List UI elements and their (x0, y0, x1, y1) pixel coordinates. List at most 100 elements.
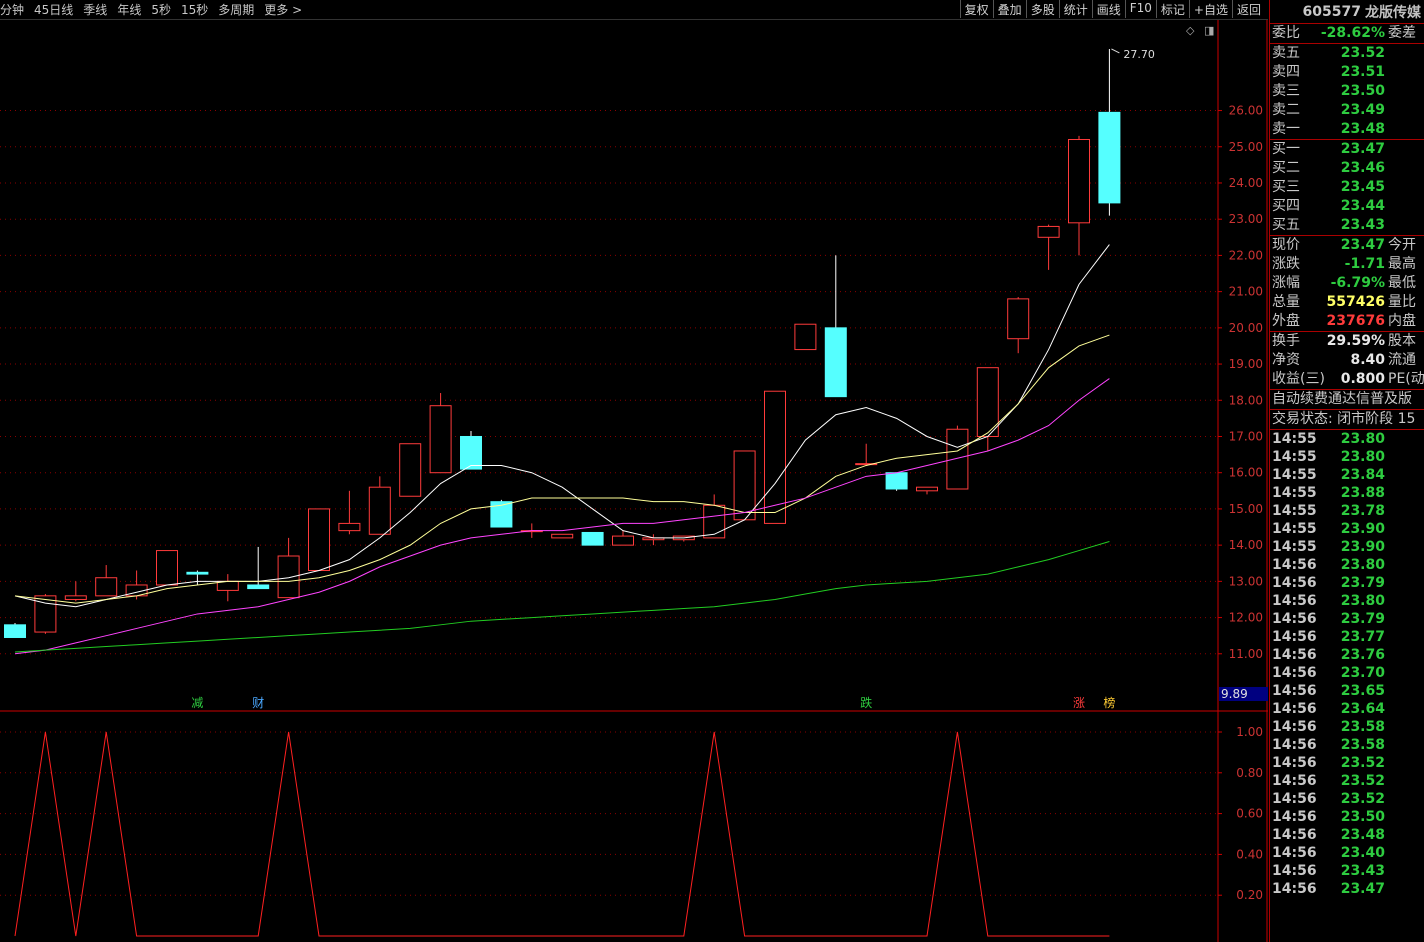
period-tab-1[interactable]: 45日线 (34, 1, 73, 18)
tick-row: 14:55 23.90 (1270, 538, 1424, 556)
ask-row-4-label: 卖一 (1272, 121, 1300, 137)
bid-row-2: 买三 23.45 (1270, 178, 1424, 197)
period-tab-0[interactable]: 分钟 (0, 1, 24, 18)
tick-price: 23.76 (1340, 647, 1385, 663)
candle-body-up (916, 486, 938, 492)
bid-levels: 买一 23.47 买二 23.46 买三 23.45 买四 23.44 买五 23.43 (1270, 140, 1424, 236)
signal-tick-label: 0.60 (1236, 807, 1263, 821)
price-tick-label: 23.00 (1229, 212, 1263, 226)
tick-time: 14:56 (1272, 683, 1317, 699)
tick-row: 14:55 23.78 (1270, 502, 1424, 520)
tick-price: 23.80 (1340, 557, 1385, 573)
quote-stats: 现价 23.47 今开 涨跌 -1.71 最高 涨幅 -6.79% 最低 总量 557426 量比 外盘… (1270, 236, 1424, 332)
candle-body-up (64, 595, 87, 600)
price-tick-label: 18.00 (1229, 393, 1263, 407)
bid-row-3-value: 23.44 (1340, 198, 1385, 214)
ask-row-1: 卖四 23.51 (1270, 63, 1424, 82)
bid-row-2-label: 买三 (1272, 179, 1300, 195)
tick-time: 14:56 (1272, 755, 1317, 771)
price-tick-label: 15.00 (1229, 502, 1263, 516)
price-tick-label: 25.00 (1229, 140, 1263, 154)
tick-row: 14:56 23.43 (1270, 862, 1424, 880)
tool-button-0[interactable]: 复权 (959, 0, 993, 18)
event-marker[interactable]: 减 (191, 696, 203, 710)
tick-time: 14:55 (1272, 449, 1317, 465)
tick-time: 14:56 (1272, 809, 1317, 825)
tick-price: 23.80 (1340, 431, 1385, 447)
weicha-label: 委差 (1388, 25, 1416, 41)
high-marker-label: 27.70 (1123, 48, 1155, 61)
ask-levels: 卖五 23.52 卖四 23.51 卖三 23.50 卖二 23.49 卖一 23.48 (1270, 44, 1424, 140)
candle-body-down (581, 531, 604, 546)
quote-row-2: 涨幅 -6.79% 最低 (1270, 274, 1424, 293)
tool-button-3[interactable]: 统计 (1058, 0, 1092, 18)
stock-header: 605577 龙版传媒 (1270, 0, 1424, 24)
tick-time: 14:56 (1272, 647, 1317, 663)
tool-button-6[interactable]: 标记 (1155, 0, 1189, 18)
tick-row: 14:56 23.50 (1270, 808, 1424, 826)
price-tick-label: 22.00 (1229, 248, 1263, 262)
event-marker[interactable]: 涨 (1073, 695, 1085, 710)
candle-body-up (1068, 139, 1090, 224)
period-tab-5[interactable]: 15秒 (181, 1, 208, 18)
event-marker[interactable]: 榜 (1103, 695, 1115, 710)
tick-price: 23.52 (1340, 773, 1385, 789)
fund-row-1-label: 净资 (1272, 352, 1300, 368)
candle-body-down (460, 435, 482, 470)
diamond-icon[interactable]: ◇ (1186, 24, 1195, 37)
price-tick-label: 17.00 (1229, 429, 1263, 443)
tool-button-5[interactable]: F10 (1124, 0, 1156, 18)
period-tab-3[interactable]: 年线 (117, 1, 141, 18)
tick-time: 14:56 (1272, 881, 1317, 897)
candle-body-down (247, 584, 270, 590)
tick-time: 14:55 (1272, 521, 1317, 537)
tool-button-8[interactable]: 返回 (1231, 0, 1265, 18)
weibi-label: 委比 (1272, 25, 1300, 41)
window-icon[interactable]: ◨ (1204, 24, 1214, 37)
tick-price: 23.58 (1340, 737, 1385, 753)
ma-line-3 (14, 378, 1110, 655)
period-tabs: 分钟 45日线 季线 年线 5秒 15秒 多周期 更多 > (0, 1, 312, 18)
ask-row-2-label: 卖三 (1272, 83, 1300, 99)
event-marker[interactable]: 财 (252, 696, 264, 710)
candle-body-up (703, 504, 726, 539)
candle-body-up (399, 443, 422, 497)
price-tick-label: 26.00 (1229, 104, 1263, 118)
candle-body-up (429, 405, 452, 474)
tool-button-1[interactable]: 叠加 (992, 0, 1026, 18)
quote-row-3-value: 557426 (1326, 294, 1385, 310)
kline-chart[interactable]: 26.00 25.00 24.00 23.00 22.00 21.00 20.00 19.00… (0, 20, 1268, 942)
candle-body-down (4, 624, 26, 638)
tool-button-2[interactable]: 多股 (1025, 0, 1059, 18)
candle-body-down (1098, 111, 1121, 204)
tick-row: 14:56 23.52 (1270, 754, 1424, 772)
tick-price: 23.79 (1340, 611, 1385, 627)
price-tick-label: 12.00 (1229, 611, 1263, 625)
tick-price: 23.70 (1340, 665, 1385, 681)
period-tab-4[interactable]: 5秒 (151, 1, 171, 18)
tool-button-7[interactable]: +自选 (1188, 0, 1232, 18)
period-tab-7[interactable]: 更多 > (264, 1, 302, 18)
quote-row-1-value: -1.71 (1344, 256, 1385, 272)
quote-row-0-label: 现价 (1272, 237, 1300, 253)
bid-row-0-label: 买一 (1272, 141, 1300, 157)
candle-body-down (824, 327, 847, 398)
quote-row-1: 涨跌 -1.71 最高 (1270, 255, 1424, 274)
period-tab-6[interactable]: 多周期 (218, 1, 254, 18)
candle-body-up (733, 450, 756, 521)
tick-row: 14:56 23.79 (1270, 610, 1424, 628)
period-tab-2[interactable]: 季线 (83, 1, 107, 18)
quote-row-4-value: 237676 (1326, 313, 1385, 329)
ask-row-4-value: 23.48 (1340, 121, 1385, 137)
tick-time: 14:56 (1272, 611, 1317, 627)
event-marker[interactable]: 跌 (860, 695, 872, 710)
tick-list[interactable]: 14:55 23.80 14:55 23.80 14:55 23.84 14:55 23.88… (1270, 430, 1424, 898)
tick-price: 23.40 (1340, 845, 1385, 861)
tick-time: 14:56 (1272, 845, 1317, 861)
tick-time: 14:55 (1272, 467, 1317, 483)
ask-row-0: 卖五 23.52 (1270, 44, 1424, 63)
tick-time: 14:55 (1272, 485, 1317, 501)
signal-tick-label: 0.20 (1236, 888, 1263, 902)
bid-row-4-value: 23.43 (1340, 217, 1385, 233)
tool-button-4[interactable]: 画线 (1091, 0, 1125, 18)
